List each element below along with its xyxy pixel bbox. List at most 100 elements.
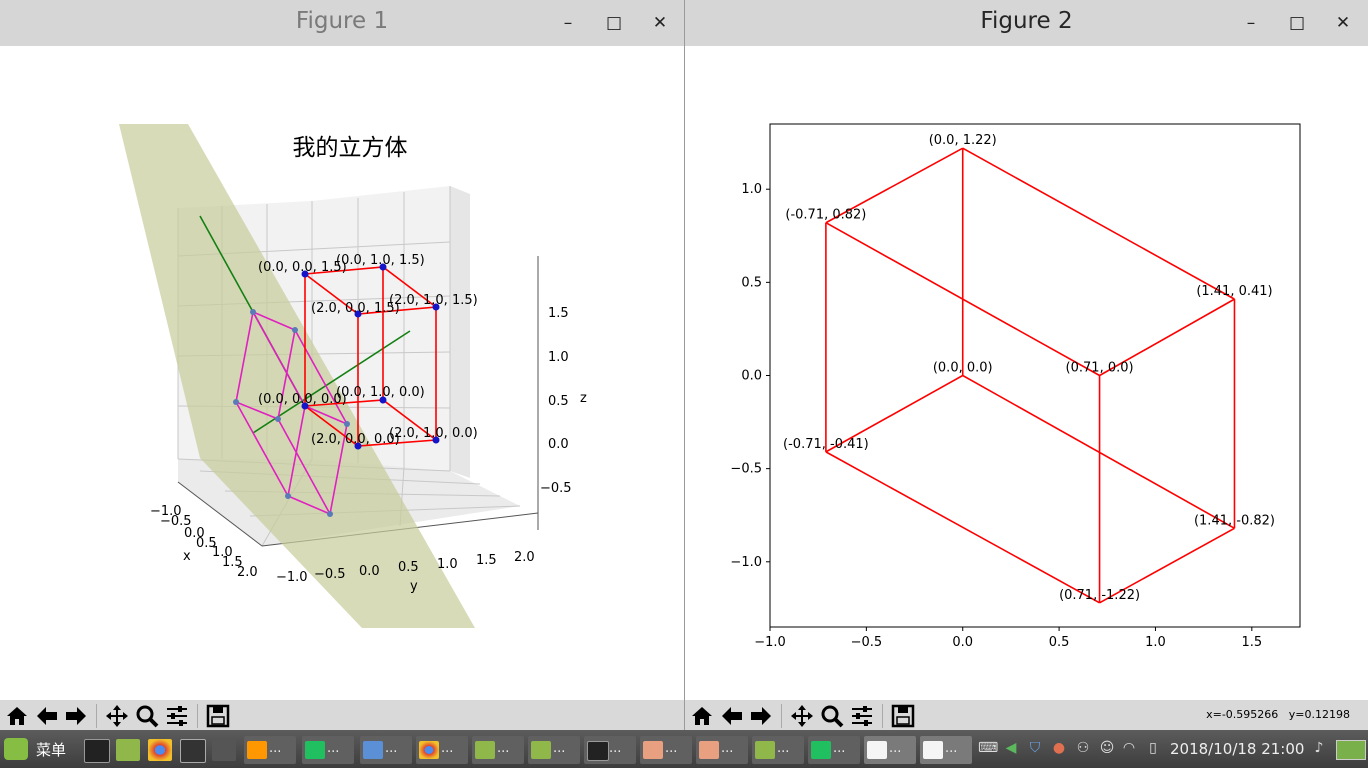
y-tick-label: −0.5 [730,462,762,477]
task-virtualbox[interactable]: ... [360,736,412,764]
x-tick-labels: −1.0 −0.5 0.0 0.5 1.0 1.5 [754,627,1262,650]
task-viewer-1[interactable]: ... [640,736,692,764]
signal-bars-icon[interactable] [212,739,236,761]
tick-label: −0.5 [540,481,572,496]
tick-label: 0.5 [398,560,419,575]
y-tick-label: −1.0 [730,555,762,570]
back-icon[interactable] [719,703,745,729]
maximize-button[interactable]: □ [1284,10,1310,36]
point-label: (1.41, 0.41) [1196,284,1272,299]
point-label: (0.0, 0.0, 1.5) [258,260,347,275]
close-button[interactable]: ✕ [647,10,673,36]
home-icon[interactable] [689,703,715,729]
task-label: ... [441,741,454,756]
shield-icon[interactable]: ⛉ [1026,740,1044,758]
tick-label: 0.0 [548,437,569,452]
title-bar[interactable]: Figure 2 – □ ✕ [685,0,1368,46]
close-button[interactable]: ✕ [1330,10,1356,36]
task-terminal[interactable]: ... [584,736,636,764]
show-desktop-icon[interactable] [1336,740,1366,760]
task-label: ... [945,741,958,756]
files-icon[interactable] [116,739,140,761]
save-icon[interactable] [890,703,916,729]
configure-icon[interactable] [849,703,875,729]
save-icon[interactable] [205,703,231,729]
keyboard-icon[interactable]: ⌨ [978,740,998,758]
task-pycharm-2[interactable]: ... [808,736,860,764]
clock[interactable]: 2018/10/18 21:00 [1170,740,1304,758]
forward-icon[interactable] [748,703,774,729]
network-icon[interactable]: ⚇ [1074,740,1092,758]
window-title: Figure 2 [980,8,1073,34]
point-label: (0.0, 1.0, 0.0) [336,385,425,400]
task-chrome[interactable]: ... [416,736,468,764]
send-icon[interactable]: ◀ [1002,740,1020,758]
tick-label: 1.5 [548,306,569,321]
figure-2-window: Figure 2 – □ ✕ (0.0, 1.22) (-0.71, 0.82)(… [685,0,1368,730]
chrome-icon[interactable] [148,739,172,761]
navigation-toolbar [0,700,684,730]
battery-icon[interactable]: ▯ [1144,740,1162,758]
pycharm-icon [305,741,325,759]
figure-canvas-3d[interactable]: 我的立方体 (0.0, 0.0, 1.5) (0.0, 1.0, 1.5) (2… [0,46,684,700]
task-sublime[interactable]: ... [244,736,296,764]
taskbar: 菜单 ... ... ... ... ... ... ... ... ... .… [0,730,1368,768]
tick-label: 2.0 [514,550,535,565]
point-label: (0.0, 0.0, 0.0) [258,392,347,407]
toolbar-separator [197,704,198,728]
mint-menu-icon[interactable] [4,738,28,760]
point-label: (0.71, 0.0) [1066,361,1134,376]
pan-icon[interactable] [789,703,815,729]
toolbar-separator [882,704,883,728]
menu-button-label[interactable]: 菜单 [36,739,66,760]
back-icon[interactable] [34,703,60,729]
point-label: (0.0, 1.0, 1.5) [336,253,425,268]
sublime-icon [247,741,267,759]
update-icon[interactable]: ● [1050,740,1068,758]
title-bar[interactable]: Figure 1 – □ ✕ [0,0,684,46]
y-tick-label: 0.5 [741,275,762,290]
point-label: (0.71, -1.22) [1059,588,1140,603]
task-viewer-2[interactable]: ... [696,736,748,764]
task-files-2[interactable]: ... [528,736,580,764]
matplotlib-icon [923,741,943,759]
x-tick-label: 0.0 [952,635,973,650]
x-tick-label: 1.5 [1241,635,1262,650]
minimize-button[interactable]: – [555,10,581,36]
pan-icon[interactable] [104,703,130,729]
minimize-button[interactable]: – [1238,10,1264,36]
zoom-icon[interactable] [134,703,160,729]
task-label: ... [777,741,790,756]
point-label: (2.0, 1.0, 1.5) [389,293,478,308]
task-pycharm[interactable]: ... [302,736,354,764]
task-files-1[interactable]: ... [472,736,524,764]
maximize-button[interactable]: □ [601,10,627,36]
folder-icon [755,741,775,759]
edge-line [962,147,1235,300]
x-axis-label: x [183,549,191,564]
point-label: (1.41, -0.82) [1194,513,1275,528]
terminal-icon[interactable] [84,739,110,763]
task-figure-1[interactable]: ... [864,736,916,764]
x-tick-label: −0.5 [851,635,883,650]
tick-label: −0.5 [314,567,346,582]
tick-label: 0.0 [359,564,380,579]
point-label: (2.0, 1.0, 0.0) [389,426,478,441]
forward-icon[interactable] [63,703,89,729]
cube-app-icon [363,741,383,759]
user-icon[interactable]: ☺ [1098,740,1116,758]
system-monitor-icon[interactable] [180,739,206,763]
y-axis-label: y [410,579,418,594]
zoom-icon[interactable] [819,703,845,729]
task-label: ... [327,741,340,756]
wifi-icon[interactable]: ◠ [1120,740,1138,758]
z-tick-labels: 1.5 1.0 0.5 0.0 −0.5 z [540,306,587,496]
volume-icon[interactable]: ♪ [1310,740,1328,758]
configure-icon[interactable] [164,703,190,729]
projection-edges [825,147,1236,604]
task-figure-2[interactable]: ... [920,736,972,764]
figure-canvas-2d[interactable]: (0.0, 1.22) (-0.71, 0.82) (1.41, 0.41) (0.0… [685,46,1368,700]
home-icon[interactable] [4,703,30,729]
task-files-3[interactable]: ... [752,736,804,764]
folder-icon [531,741,551,759]
